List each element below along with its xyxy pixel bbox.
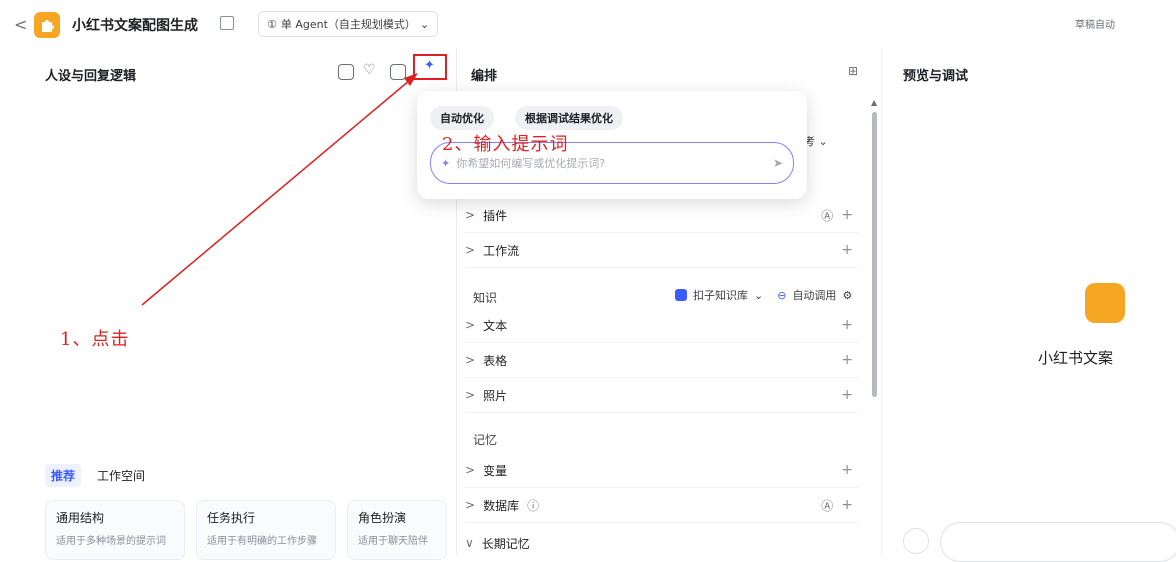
annotation-arrow (141, 73, 418, 306)
annotation-step1: 1、点击 (60, 329, 130, 350)
annotation-step2: 2、输入提示词 (442, 134, 569, 155)
